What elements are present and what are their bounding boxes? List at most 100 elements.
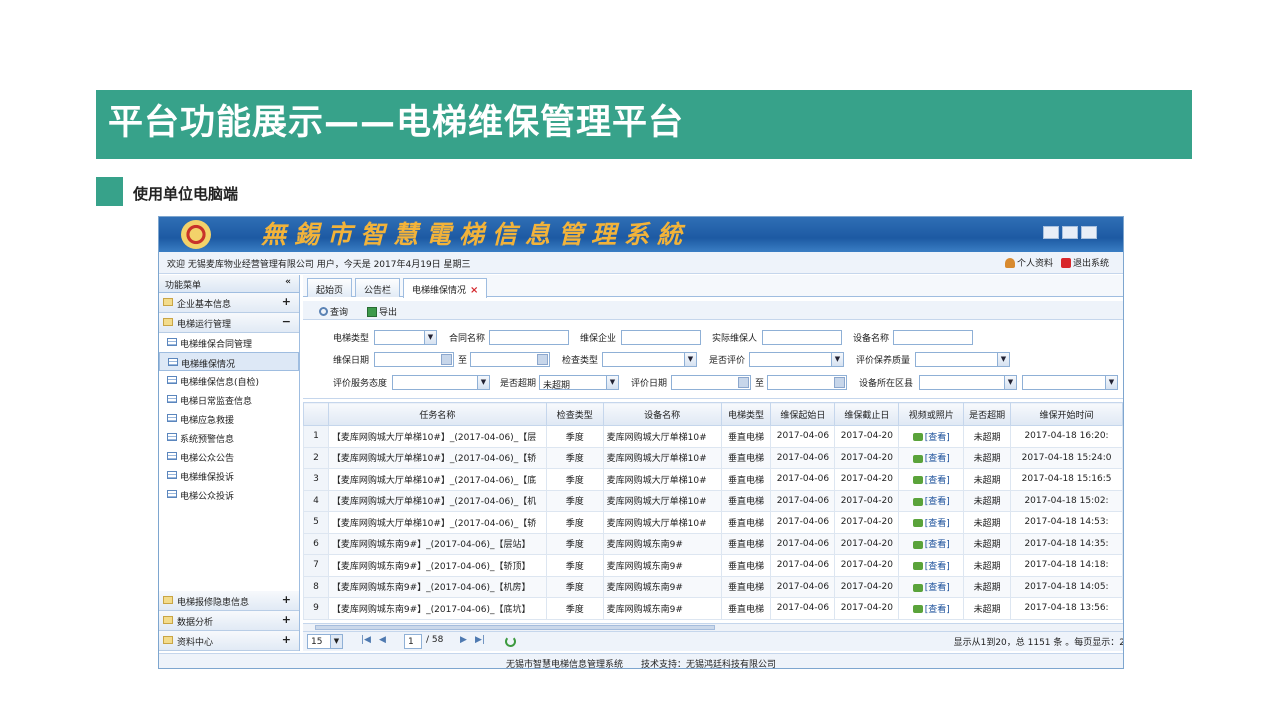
- is-overdue-select[interactable]: 未超期 ▼: [539, 375, 619, 390]
- expand-icon[interactable]: +: [282, 613, 291, 626]
- device-name-input[interactable]: [893, 330, 973, 345]
- next-page-icon[interactable]: ▶: [460, 635, 467, 645]
- view-media-link[interactable]: [查看]: [898, 446, 965, 469]
- col-header[interactable]: 视频或照片: [898, 402, 965, 426]
- col-header[interactable]: 电梯类型: [720, 402, 772, 426]
- horizontal-scrollbar[interactable]: [303, 623, 1123, 631]
- eval-date-start-input[interactable]: [671, 375, 751, 390]
- sidebar-group-repairs[interactable]: 电梯报修隐患信息 +: [159, 591, 299, 611]
- district-select[interactable]: ▼: [919, 375, 1017, 390]
- query-button[interactable]: 查询: [319, 305, 348, 318]
- sidebar-group-company-info[interactable]: 企业基本信息 +: [159, 293, 299, 313]
- expand-icon[interactable]: +: [282, 295, 291, 308]
- table-row[interactable]: 7 【麦库网购城东南9#】_(2017-04-06)_【轿顶】 季度 麦库网购城东南9…: [303, 554, 1123, 577]
- calendar-icon[interactable]: [441, 354, 452, 365]
- col-header[interactable]: 是否超期: [963, 402, 1012, 426]
- collapse-icon[interactable]: −: [282, 315, 291, 328]
- eval-date-end-input[interactable]: [767, 375, 847, 390]
- calendar-icon[interactable]: [738, 377, 749, 388]
- col-header[interactable]: 检查类型: [545, 402, 604, 426]
- row-number: 5: [303, 511, 329, 534]
- actual-maintainer-input[interactable]: [762, 330, 842, 345]
- sidebar-item-emergency[interactable]: 电梯应急救援: [159, 409, 299, 428]
- maint-company-input[interactable]: [621, 330, 701, 345]
- table-cell: 2017-04-18 14:35:: [1010, 532, 1123, 555]
- view-media-link[interactable]: [查看]: [898, 575, 965, 598]
- sidebar-item-public-notice[interactable]: 电梯公众公告: [159, 447, 299, 466]
- tab-notices[interactable]: 公告栏: [355, 278, 401, 297]
- minimize-icon[interactable]: [1043, 226, 1059, 239]
- sidebar-item-contract[interactable]: 电梯维保合同管理: [159, 333, 299, 352]
- last-page-icon[interactable]: ▶|: [475, 635, 485, 645]
- sidebar-item-maint-complaints[interactable]: 电梯维保投诉: [159, 466, 299, 485]
- view-media-link[interactable]: [查看]: [898, 532, 965, 555]
- first-page-icon[interactable]: |◀: [361, 635, 371, 645]
- table-row[interactable]: 4 【麦库网购城大厅单梯10#】_(2017-04-06)_【机 季度 麦库网购城大厅…: [303, 489, 1123, 512]
- view-link-label: [查看]: [924, 475, 950, 486]
- col-header[interactable]: 维保起始日: [770, 402, 836, 426]
- eval-quality-select[interactable]: ▼: [915, 352, 1010, 367]
- sidebar-item-warnings[interactable]: 系统预警信息: [159, 428, 299, 447]
- collapse-sidebar-button[interactable]: «: [285, 277, 291, 287]
- sidebar-item-public-complaints[interactable]: 电梯公众投诉: [159, 485, 299, 504]
- street-select[interactable]: ▼: [1022, 375, 1118, 390]
- current-page-input[interactable]: 1: [404, 634, 422, 649]
- sidebar-item-label: 电梯维保情况: [181, 360, 236, 370]
- table-row[interactable]: 6 【麦库网购城东南9#】_(2017-04-06)_【层站】 季度 麦库网购城东南9…: [303, 532, 1123, 555]
- check-type-select[interactable]: ▼: [602, 352, 697, 367]
- prev-page-icon[interactable]: ◀: [379, 635, 386, 645]
- tab-maintenance-status[interactable]: 电梯维保情况 ×: [403, 278, 488, 298]
- col-header[interactable]: 设备名称: [602, 402, 722, 426]
- eval-quality-label: 评价保养质量: [856, 356, 911, 366]
- sidebar-group-elevator-ops[interactable]: 电梯运行管理 −: [159, 313, 299, 333]
- profile-link[interactable]: 个人资料: [1004, 256, 1053, 269]
- sidebar-group-analytics[interactable]: 数据分析 +: [159, 611, 299, 631]
- view-media-link[interactable]: [查看]: [898, 597, 965, 620]
- page-size-select[interactable]: 15 ▼: [307, 634, 343, 649]
- calendar-icon[interactable]: [834, 377, 845, 388]
- sidebar-item-daily-inspection[interactable]: 电梯日常监查信息: [159, 390, 299, 409]
- view-media-link[interactable]: [查看]: [898, 511, 965, 534]
- col-header[interactable]: 任务名称: [327, 402, 547, 426]
- table-row[interactable]: 8 【麦库网购城东南9#】_(2017-04-06)_【机房】 季度 麦库网购城东南9…: [303, 575, 1123, 598]
- elevator-type-select[interactable]: ▼: [374, 330, 437, 345]
- sidebar-item-label: 电梯维保投诉: [180, 473, 235, 483]
- view-media-link[interactable]: [查看]: [898, 489, 965, 512]
- contract-name-input[interactable]: [489, 330, 569, 345]
- tab-home[interactable]: 起始页: [307, 278, 353, 297]
- scrollbar-thumb[interactable]: [315, 625, 715, 630]
- mail-icon[interactable]: [1081, 226, 1097, 239]
- expand-icon[interactable]: +: [282, 633, 291, 646]
- sidebar-item-maintenance-status[interactable]: 电梯维保情况: [159, 352, 299, 371]
- table-cell: 2017-04-18 14:05:: [1010, 575, 1123, 598]
- table-row[interactable]: 1 【麦库网购城大厅单梯10#】_(2017-04-06)_【层 季度 麦库网购城大厅…: [303, 425, 1123, 448]
- eval-attitude-select[interactable]: ▼: [392, 375, 490, 390]
- export-button[interactable]: 导出: [367, 305, 397, 318]
- logout-link[interactable]: 退出系统: [1060, 256, 1109, 269]
- device-name-cell: 麦库网购城大厅单梯10#: [602, 446, 722, 469]
- expand-icon[interactable]: +: [282, 593, 291, 606]
- view-media-link[interactable]: [查看]: [898, 425, 965, 448]
- table-cell: 垂直电梯: [720, 554, 772, 577]
- chevron-down-icon: ▼: [424, 331, 436, 344]
- sidebar-group-resources[interactable]: 资料中心 +: [159, 631, 299, 651]
- view-media-link[interactable]: [查看]: [898, 468, 965, 491]
- sidebar-item-self-check[interactable]: 电梯维保信息(自检): [159, 371, 299, 390]
- table-row[interactable]: 9 【麦库网购城东南9#】_(2017-04-06)_【底坑】 季度 麦库网购城东南9…: [303, 597, 1123, 620]
- app-screenshot: 無錫市智慧電梯信息管理系統 欢迎 无锡麦库物业经营管理有限公司 用户，今天是 2…: [158, 216, 1124, 669]
- view-media-link[interactable]: [查看]: [898, 554, 965, 577]
- col-header[interactable]: 维保开始时间: [1010, 402, 1123, 426]
- close-tab-icon[interactable]: ×: [470, 285, 478, 296]
- col-header[interactable]: 维保截止日: [834, 402, 900, 426]
- maximize-icon[interactable]: [1062, 226, 1078, 239]
- current-page-value: 1: [408, 637, 414, 647]
- refresh-button[interactable]: [505, 636, 516, 650]
- calendar-icon[interactable]: [537, 354, 548, 365]
- maint-date-end-input[interactable]: [470, 352, 550, 367]
- table-row[interactable]: 2 【麦库网购城大厅单梯10#】_(2017-04-06)_【轿 季度 麦库网购城大厅…: [303, 446, 1123, 469]
- person-icon: [1004, 257, 1015, 268]
- maint-date-start-input[interactable]: [374, 352, 454, 367]
- table-row[interactable]: 3 【麦库网购城大厅单梯10#】_(2017-04-06)_【底 季度 麦库网购城大厅…: [303, 468, 1123, 491]
- is-evaluated-select[interactable]: ▼: [749, 352, 844, 367]
- table-row[interactable]: 5 【麦库网购城大厅单梯10#】_(2017-04-06)_【轿 季度 麦库网购城大厅…: [303, 511, 1123, 534]
